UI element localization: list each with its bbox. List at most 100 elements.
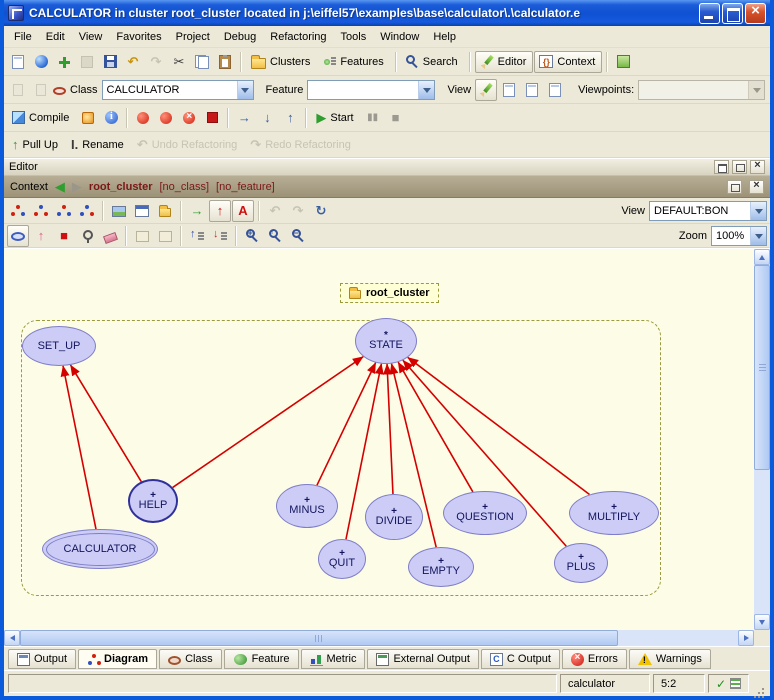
breadcrumb-cluster[interactable]: root_cluster — [89, 181, 153, 193]
freeze-button[interactable] — [77, 107, 99, 129]
refresh-diagram-button[interactable]: ↻ — [310, 200, 332, 222]
tab-metric[interactable]: Metric — [301, 649, 366, 669]
remove-item-button[interactable] — [76, 51, 98, 73]
new-class-node-button[interactable] — [7, 225, 29, 247]
new-window-button[interactable] — [7, 51, 29, 73]
feature-combobox[interactable] — [307, 80, 435, 100]
reroute-link-button[interactable]: ↑ — [30, 225, 52, 247]
class-node-divide[interactable]: +DIVIDE — [365, 494, 423, 540]
disable-breakpoints-button[interactable] — [155, 107, 177, 129]
erase-item-button[interactable] — [99, 225, 121, 247]
step-over-button[interactable]: → — [233, 107, 255, 129]
tab-external-output[interactable]: External Output — [367, 649, 478, 669]
breadcrumb-feature[interactable]: [no_feature] — [216, 181, 275, 193]
step-out-button[interactable]: ↑ — [279, 107, 301, 129]
horizontal-scroll-thumb[interactable] — [20, 630, 618, 646]
class-node-empty[interactable]: +EMPTY — [408, 547, 474, 587]
pause-button[interactable]: ▮▮ — [362, 107, 384, 129]
context-back-icon[interactable]: ◀ — [55, 180, 65, 193]
add-item-button[interactable] — [53, 51, 75, 73]
editor-maximize-button[interactable] — [732, 160, 747, 174]
ancestors-view-button[interactable] — [53, 200, 75, 222]
run-button[interactable]: ▶Start — [311, 107, 360, 129]
paste-button[interactable] — [214, 51, 236, 73]
delete-item-button[interactable]: ■ — [53, 225, 75, 247]
anchor-item-button[interactable] — [76, 225, 98, 247]
external-editor-button[interactable] — [612, 51, 634, 73]
text-label-button[interactable]: A — [232, 200, 254, 222]
class-node-set_up[interactable]: SET_UP — [22, 326, 96, 366]
menu-item-window[interactable]: Window — [373, 28, 426, 46]
tab-errors[interactable]: Errors — [562, 649, 627, 669]
stop-debug-button[interactable]: ■ — [385, 107, 407, 129]
menu-item-favorites[interactable]: Favorites — [109, 28, 168, 46]
class-node-quit[interactable]: +QUIT — [318, 539, 366, 579]
vertical-scrollbar[interactable] — [754, 249, 770, 630]
menu-item-refactoring[interactable]: Refactoring — [263, 28, 333, 46]
save-button[interactable] — [99, 51, 121, 73]
zoom-combobox[interactable]: 100% — [711, 226, 767, 246]
features-button[interactable]: Features — [318, 51, 390, 73]
suppliers-view-button[interactable] — [7, 200, 29, 222]
vertical-scroll-thumb[interactable] — [754, 265, 770, 470]
menu-item-edit[interactable]: Edit — [39, 28, 72, 46]
scroll-right-button[interactable] — [738, 630, 754, 646]
zoom-to-fit-button[interactable] — [264, 225, 286, 247]
pull-up-button[interactable]: ↑Pull Up — [7, 134, 65, 156]
diagram-view-combobox[interactable]: DEFAULT:BON — [649, 201, 767, 221]
clusters-button[interactable]: Clusters — [246, 51, 317, 73]
cut-button[interactable]: ✂ — [168, 51, 190, 73]
editor-close-button[interactable] — [750, 160, 765, 174]
clients-view-button[interactable] — [30, 200, 52, 222]
class-node-multiply[interactable]: +MULTIPLY — [569, 491, 659, 535]
redo-button[interactable]: ↷ — [145, 51, 167, 73]
diagram-redo-button[interactable]: ↷ — [287, 200, 309, 222]
context-maximize-button[interactable] — [727, 180, 742, 194]
tab-output[interactable]: Output — [8, 649, 76, 669]
context-button[interactable]: Context — [534, 51, 602, 73]
menu-item-help[interactable]: Help — [426, 28, 463, 46]
history-back-button[interactable] — [7, 79, 29, 101]
new-cluster-button[interactable] — [154, 200, 176, 222]
class-node-minus[interactable]: +MINUS — [276, 484, 338, 528]
class-node-calculator[interactable]: CALCULATOR — [42, 529, 158, 569]
class-node-help[interactable]: +HELP — [128, 479, 178, 523]
tab-class[interactable]: Class — [159, 649, 222, 669]
link-window-button[interactable] — [131, 200, 153, 222]
copy-button[interactable] — [191, 51, 213, 73]
inheritance-link-button[interactable]: ↑ — [209, 200, 231, 222]
context-close-button[interactable] — [749, 180, 764, 194]
class-combobox-arrow-icon[interactable] — [237, 81, 253, 99]
export-diagram-button[interactable] — [108, 200, 130, 222]
search-button[interactable]: Search — [401, 51, 465, 73]
class-combobox[interactable]: CALCULATOR — [102, 80, 254, 100]
editor-button[interactable]: Editor — [475, 51, 534, 73]
contract-view-button[interactable] — [544, 79, 566, 101]
tab-warnings[interactable]: Warnings — [629, 649, 711, 669]
menu-item-tools[interactable]: Tools — [334, 28, 374, 46]
close-button[interactable] — [745, 3, 766, 24]
scroll-down-button[interactable] — [754, 614, 770, 630]
basic-view-button[interactable] — [475, 79, 497, 101]
minimize-button[interactable] — [699, 3, 720, 24]
editor-float-button[interactable] — [714, 160, 729, 174]
diagram-view-arrow-icon[interactable] — [750, 202, 766, 220]
undo-button[interactable]: ↶ — [122, 51, 144, 73]
history-forward-button[interactable] — [30, 79, 52, 101]
circle-layout-button[interactable] — [131, 225, 153, 247]
step-into-button[interactable]: ↓ — [256, 107, 278, 129]
scroll-up-button[interactable] — [754, 249, 770, 265]
class-node-state[interactable]: *STATE — [355, 318, 417, 364]
tab-diagram[interactable]: Diagram — [78, 649, 157, 669]
context-forward-icon[interactable]: ▶ — [72, 180, 82, 193]
cluster-layout-button[interactable] — [154, 225, 176, 247]
diagram-canvas[interactable]: root_cluster SET_UP *STATE +HELP CALCULATOR… — [4, 249, 754, 630]
diagram-undo-button[interactable]: ↶ — [264, 200, 286, 222]
open-project-button[interactable] — [30, 51, 52, 73]
viewpoints-combobox[interactable] — [638, 80, 765, 100]
tab-c-output[interactable]: C Output — [481, 649, 560, 669]
resize-grip[interactable] — [752, 677, 766, 693]
menu-item-view[interactable]: View — [72, 28, 110, 46]
titlebar[interactable]: CALCULATOR in cluster root_cluster locat… — [4, 0, 770, 26]
cluster-label-box[interactable]: root_cluster — [340, 283, 439, 303]
